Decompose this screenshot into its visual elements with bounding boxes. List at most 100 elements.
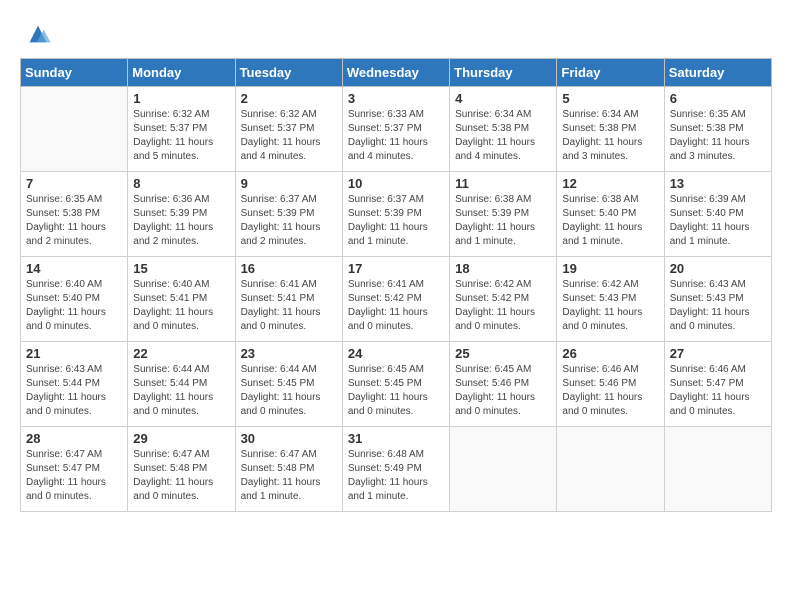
day-number: 19 [562,261,658,276]
calendar-cell: 13 Sunrise: 6:39 AM Sunset: 5:40 PM Dayli… [664,172,771,257]
day-number: 14 [26,261,122,276]
cell-content: Sunrise: 6:47 AM Sunset: 5:48 PM Dayligh… [133,448,229,504]
calendar-cell: 5 Sunrise: 6:34 AM Sunset: 5:38 PM Daylig… [557,87,664,172]
cell-content: Sunrise: 6:43 AM Sunset: 5:44 PM Dayligh… [26,363,122,419]
calendar-cell: 31 Sunrise: 6:48 AM Sunset: 5:49 PM Dayli… [342,427,449,512]
calendar-cell: 7 Sunrise: 6:35 AM Sunset: 5:38 PM Daylig… [21,172,128,257]
header-thursday: Thursday [450,59,557,87]
week-row-1: 1 Sunrise: 6:32 AM Sunset: 5:37 PM Daylig… [21,87,772,172]
cell-content: Sunrise: 6:47 AM Sunset: 5:48 PM Dayligh… [241,448,337,504]
calendar-cell: 17 Sunrise: 6:41 AM Sunset: 5:42 PM Dayli… [342,257,449,342]
day-number: 31 [348,431,444,446]
day-number: 3 [348,91,444,106]
cell-content: Sunrise: 6:35 AM Sunset: 5:38 PM Dayligh… [26,193,122,249]
header-sunday: Sunday [21,59,128,87]
header-wednesday: Wednesday [342,59,449,87]
calendar-table: SundayMondayTuesdayWednesdayThursdayFrid… [20,58,772,512]
day-number: 26 [562,346,658,361]
header-friday: Friday [557,59,664,87]
cell-content: Sunrise: 6:46 AM Sunset: 5:46 PM Dayligh… [562,363,658,419]
page-header [20,20,772,48]
calendar-cell: 30 Sunrise: 6:47 AM Sunset: 5:48 PM Dayli… [235,427,342,512]
week-row-2: 7 Sunrise: 6:35 AM Sunset: 5:38 PM Daylig… [21,172,772,257]
day-number: 12 [562,176,658,191]
cell-content: Sunrise: 6:45 AM Sunset: 5:46 PM Dayligh… [455,363,551,419]
calendar-cell: 10 Sunrise: 6:37 AM Sunset: 5:39 PM Dayli… [342,172,449,257]
cell-content: Sunrise: 6:41 AM Sunset: 5:42 PM Dayligh… [348,278,444,334]
cell-content: Sunrise: 6:32 AM Sunset: 5:37 PM Dayligh… [133,108,229,164]
calendar-cell: 25Sunrise: 6:45 AM Sunset: 5:46 PM Dayli… [450,342,557,427]
cell-content: Sunrise: 6:34 AM Sunset: 5:38 PM Dayligh… [455,108,551,164]
cell-content: Sunrise: 6:48 AM Sunset: 5:49 PM Dayligh… [348,448,444,504]
day-number: 8 [133,176,229,191]
cell-content: Sunrise: 6:36 AM Sunset: 5:39 PM Dayligh… [133,193,229,249]
calendar-cell: 12 Sunrise: 6:38 AM Sunset: 5:40 PM Dayli… [557,172,664,257]
calendar-cell [664,427,771,512]
day-number: 9 [241,176,337,191]
calendar-cell [450,427,557,512]
cell-content: Sunrise: 6:39 AM Sunset: 5:40 PM Dayligh… [670,193,766,249]
calendar-cell: 14Sunrise: 6:40 AM Sunset: 5:40 PM Dayli… [21,257,128,342]
cell-content: Sunrise: 6:43 AM Sunset: 5:43 PM Dayligh… [670,278,766,334]
calendar-cell: 29 Sunrise: 6:47 AM Sunset: 5:48 PM Dayli… [128,427,235,512]
day-number: 30 [241,431,337,446]
week-row-4: 21 Sunrise: 6:43 AM Sunset: 5:44 PM Dayli… [21,342,772,427]
calendar-cell: 16Sunrise: 6:41 AM Sunset: 5:41 PM Dayli… [235,257,342,342]
cell-content: Sunrise: 6:38 AM Sunset: 5:39 PM Dayligh… [455,193,551,249]
day-number: 24 [348,346,444,361]
cell-content: Sunrise: 6:37 AM Sunset: 5:39 PM Dayligh… [348,193,444,249]
day-number: 2 [241,91,337,106]
calendar-cell: 26 Sunrise: 6:46 AM Sunset: 5:46 PM Dayli… [557,342,664,427]
day-number: 21 [26,346,122,361]
day-number: 5 [562,91,658,106]
cell-content: Sunrise: 6:46 AM Sunset: 5:47 PM Dayligh… [670,363,766,419]
cell-content: Sunrise: 6:47 AM Sunset: 5:47 PM Dayligh… [26,448,122,504]
day-number: 29 [133,431,229,446]
day-number: 27 [670,346,766,361]
calendar-cell: 8 Sunrise: 6:36 AM Sunset: 5:39 PM Daylig… [128,172,235,257]
cell-content: Sunrise: 6:37 AM Sunset: 5:39 PM Dayligh… [241,193,337,249]
calendar-cell: 21 Sunrise: 6:43 AM Sunset: 5:44 PM Dayli… [21,342,128,427]
week-row-3: 14Sunrise: 6:40 AM Sunset: 5:40 PM Dayli… [21,257,772,342]
day-number: 7 [26,176,122,191]
calendar-cell: 19 Sunrise: 6:42 AM Sunset: 5:43 PM Dayli… [557,257,664,342]
cell-content: Sunrise: 6:44 AM Sunset: 5:44 PM Dayligh… [133,363,229,419]
calendar-cell: 15Sunrise: 6:40 AM Sunset: 5:41 PM Dayli… [128,257,235,342]
calendar-cell: 27 Sunrise: 6:46 AM Sunset: 5:47 PM Dayli… [664,342,771,427]
calendar-cell: 28 Sunrise: 6:47 AM Sunset: 5:47 PM Dayli… [21,427,128,512]
day-number: 15 [133,261,229,276]
day-number: 10 [348,176,444,191]
logo [20,20,52,48]
day-number: 16 [241,261,337,276]
day-number: 4 [455,91,551,106]
day-number: 1 [133,91,229,106]
calendar-cell: 20Sunrise: 6:43 AM Sunset: 5:43 PM Dayli… [664,257,771,342]
calendar-cell: 9 Sunrise: 6:37 AM Sunset: 5:39 PM Daylig… [235,172,342,257]
day-number: 23 [241,346,337,361]
calendar-cell [21,87,128,172]
calendar-cell: 22Sunrise: 6:44 AM Sunset: 5:44 PM Dayli… [128,342,235,427]
cell-content: Sunrise: 6:44 AM Sunset: 5:45 PM Dayligh… [241,363,337,419]
calendar-cell [557,427,664,512]
calendar-header-row: SundayMondayTuesdayWednesdayThursdayFrid… [21,59,772,87]
header-tuesday: Tuesday [235,59,342,87]
calendar-cell: 18Sunrise: 6:42 AM Sunset: 5:42 PM Dayli… [450,257,557,342]
cell-content: Sunrise: 6:38 AM Sunset: 5:40 PM Dayligh… [562,193,658,249]
day-number: 28 [26,431,122,446]
header-monday: Monday [128,59,235,87]
calendar-cell: 11Sunrise: 6:38 AM Sunset: 5:39 PM Dayli… [450,172,557,257]
cell-content: Sunrise: 6:42 AM Sunset: 5:43 PM Dayligh… [562,278,658,334]
cell-content: Sunrise: 6:33 AM Sunset: 5:37 PM Dayligh… [348,108,444,164]
day-number: 6 [670,91,766,106]
header-saturday: Saturday [664,59,771,87]
cell-content: Sunrise: 6:35 AM Sunset: 5:38 PM Dayligh… [670,108,766,164]
calendar-cell: 6 Sunrise: 6:35 AM Sunset: 5:38 PM Daylig… [664,87,771,172]
logo-icon [24,20,52,48]
day-number: 17 [348,261,444,276]
day-number: 13 [670,176,766,191]
calendar-cell: 2Sunrise: 6:32 AM Sunset: 5:37 PM Daylig… [235,87,342,172]
calendar-cell: 1 Sunrise: 6:32 AM Sunset: 5:37 PM Daylig… [128,87,235,172]
cell-content: Sunrise: 6:34 AM Sunset: 5:38 PM Dayligh… [562,108,658,164]
cell-content: Sunrise: 6:42 AM Sunset: 5:42 PM Dayligh… [455,278,551,334]
calendar-cell: 24Sunrise: 6:45 AM Sunset: 5:45 PM Dayli… [342,342,449,427]
